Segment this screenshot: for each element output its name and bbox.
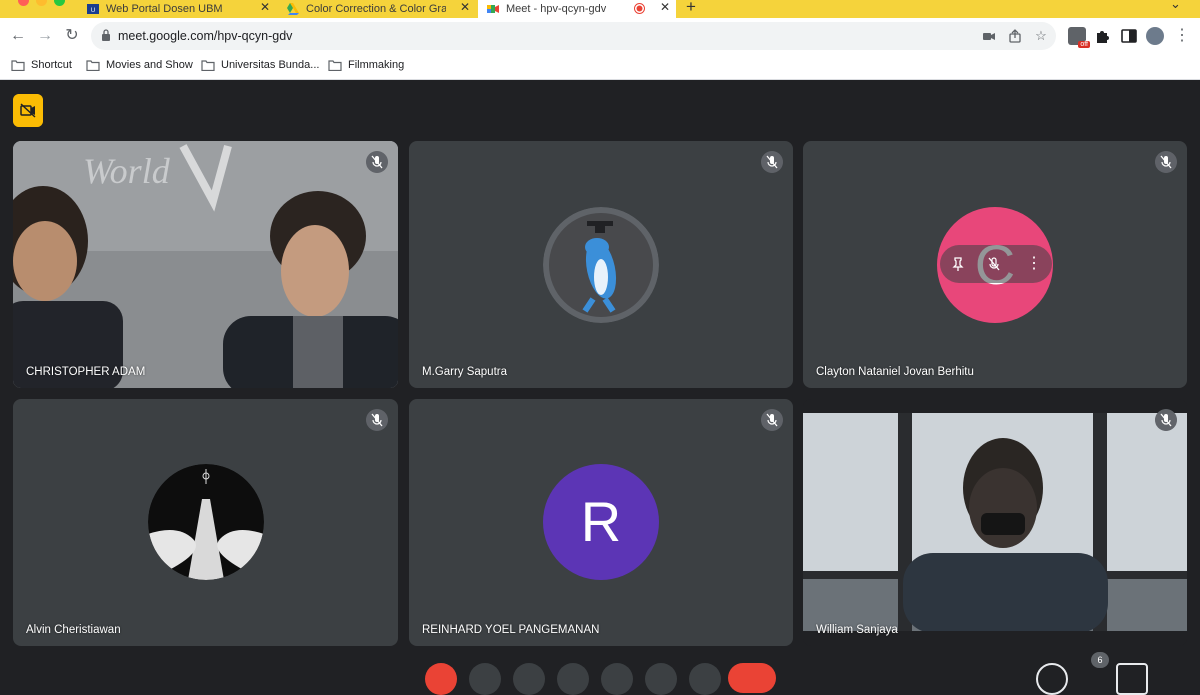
- participant-name: REINHARD YOEL PANGEMANAN: [422, 624, 600, 636]
- close-tab-icon[interactable]: ✕: [460, 0, 470, 14]
- mic-off-icon: [1155, 409, 1177, 431]
- participant-tile[interactable]: William Sanjaya: [803, 399, 1187, 646]
- participant-name: CHRISTOPHER ADAM: [26, 366, 146, 378]
- folder-icon: [201, 59, 215, 71]
- bookmark-folder[interactable]: Universitas Bunda...: [201, 59, 319, 71]
- bookmark-label: Filmmaking: [348, 59, 405, 71]
- google-meet-icon: [487, 5, 499, 13]
- bookmark-label: Movies and Show: [106, 59, 193, 71]
- bookmark-label: Shortcut: [31, 59, 72, 71]
- forward-icon[interactable]: →: [35, 26, 55, 46]
- tab-bar: U Web Portal Dosen UBM ✕ Color Correctio…: [0, 0, 1200, 18]
- extension-icon[interactable]: off: [1068, 27, 1090, 48]
- people-count-badge: 6: [1091, 652, 1109, 668]
- recording-icon: [634, 3, 645, 14]
- maximize-window-button[interactable]: [54, 0, 65, 6]
- mic-off-icon: [366, 409, 388, 431]
- participant-tile[interactable]: R REINHARD YOEL PANGEMANAN: [409, 399, 793, 646]
- raise-hand-button[interactable]: [645, 663, 677, 695]
- emoji-button[interactable]: [557, 663, 589, 695]
- svg-text:World: World: [83, 151, 171, 191]
- back-icon[interactable]: ←: [8, 26, 28, 46]
- participant-video: [803, 413, 1187, 631]
- mic-toggle-button[interactable]: [425, 663, 457, 695]
- participant-name: M.Garry Saputra: [422, 366, 507, 378]
- new-tab-icon[interactable]: +: [686, 0, 696, 17]
- close-window-button[interactable]: [18, 0, 29, 6]
- mic-off-icon: [761, 409, 783, 431]
- participant-avatar: R: [543, 464, 659, 580]
- chevron-down-icon[interactable]: ⌄: [1170, 0, 1181, 12]
- folder-icon: [11, 59, 25, 71]
- minimize-window-button[interactable]: [36, 0, 47, 6]
- participant-tile[interactable]: World CHRISTOPHER ADAM: [13, 141, 398, 388]
- avatar-letter: R: [580, 490, 622, 553]
- tab-color-correction[interactable]: Color Correction & Color Grad ✕: [286, 0, 476, 18]
- camera-off-icon[interactable]: [13, 94, 43, 127]
- camera-toggle-button[interactable]: [469, 663, 501, 695]
- mic-off-icon: [761, 151, 783, 173]
- lock-icon: [102, 29, 110, 41]
- participant-tile[interactable]: M.Garry Saputra: [409, 141, 793, 388]
- tile-hover-controls: ⋮: [940, 245, 1052, 283]
- tab-label: Meet - hpv-qcyn-gdv: [506, 3, 607, 15]
- sketch-avatar-icon: [148, 464, 264, 580]
- captions-button[interactable]: [513, 663, 545, 695]
- participant-name: Alvin Cheristiawan: [26, 624, 121, 636]
- participant-video: World: [13, 141, 398, 388]
- tab-meet[interactable]: Meet - hpv-qcyn-gdv ✕: [478, 0, 676, 18]
- bookmarks-bar: Shortcut Movies and Show Universitas Bun…: [0, 54, 1200, 80]
- folder-icon: [86, 59, 100, 71]
- close-tab-icon[interactable]: ✕: [260, 0, 270, 14]
- google-drive-icon: [287, 3, 299, 15]
- sidebar-icon[interactable]: [1120, 27, 1138, 45]
- profile-avatar[interactable]: [1146, 27, 1164, 45]
- people-icon[interactable]: [1078, 663, 1110, 695]
- bookmark-folder[interactable]: Shortcut: [11, 59, 72, 71]
- bookmark-folder[interactable]: Filmmaking: [328, 59, 404, 71]
- extension-badge: off: [1078, 41, 1090, 48]
- mic-off-icon: [366, 151, 388, 173]
- participant-name: William Sanjaya: [816, 624, 898, 636]
- bookmark-label: Universitas Bunda...: [221, 59, 320, 71]
- url-text: meet.google.com/hpv-qcyn-gdv: [118, 29, 293, 43]
- dolphin-avatar-icon: [543, 207, 659, 323]
- folder-icon: [328, 59, 342, 71]
- more-options-icon[interactable]: ⋮: [1026, 253, 1042, 273]
- camera-icon[interactable]: [981, 28, 997, 44]
- call-controls: 6: [0, 652, 1200, 695]
- mute-participant-icon[interactable]: [986, 256, 1002, 272]
- chat-icon[interactable]: [1116, 663, 1148, 695]
- reload-icon[interactable]: ↻: [62, 26, 82, 46]
- participant-tile[interactable]: Alvin Cheristiawan: [13, 399, 398, 646]
- tab-web-portal[interactable]: U Web Portal Dosen UBM ✕: [86, 0, 276, 18]
- more-vert-icon[interactable]: ⋮: [1172, 26, 1192, 46]
- browser-toolbar: ← → ↻ meet.google.com/hpv-qcyn-gdv ☆ off…: [0, 18, 1200, 54]
- bookmark-folder[interactable]: Movies and Show: [86, 59, 193, 71]
- ubm-favicon-icon: U: [87, 4, 99, 14]
- mic-off-icon: [1155, 151, 1177, 173]
- puzzle-icon[interactable]: [1094, 27, 1112, 45]
- participant-name: Clayton Nataniel Jovan Berhitu: [816, 366, 974, 378]
- bookmark-star-icon[interactable]: ☆: [1033, 28, 1049, 44]
- more-options-button[interactable]: [689, 663, 721, 695]
- end-call-button[interactable]: [728, 663, 776, 693]
- address-bar[interactable]: meet.google.com/hpv-qcyn-gdv ☆: [91, 22, 1056, 50]
- tab-label: Web Portal Dosen UBM: [106, 3, 223, 15]
- info-icon[interactable]: [1036, 663, 1068, 695]
- svg-text:U: U: [91, 8, 95, 14]
- tab-label: Color Correction & Color Grad: [306, 3, 446, 15]
- present-button[interactable]: [601, 663, 633, 695]
- activities-icon[interactable]: [1158, 663, 1190, 695]
- pin-icon[interactable]: [950, 256, 966, 272]
- close-tab-icon[interactable]: ✕: [660, 0, 670, 14]
- share-icon[interactable]: [1007, 28, 1023, 44]
